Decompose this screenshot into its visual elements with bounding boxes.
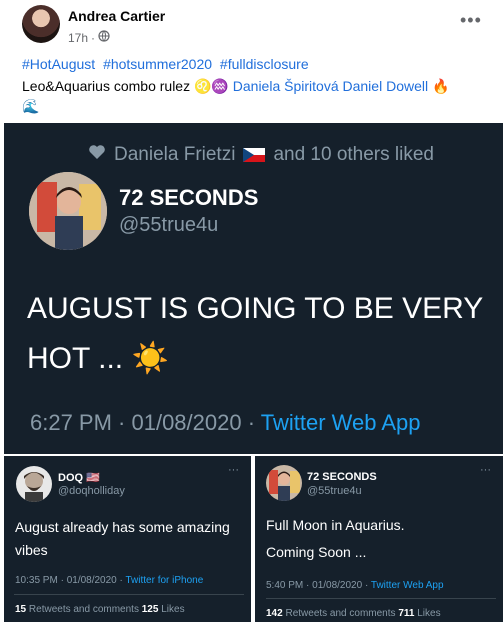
tweet-avatar <box>266 465 302 501</box>
more-options-icon[interactable]: ··· <box>480 464 491 476</box>
retweets-label: Retweets and comments <box>285 608 396 619</box>
tweet-timestamp-line: 6:27 PM · 01/08/2020 · Twitter Web App <box>30 410 421 436</box>
tweet-author-name-text: DOQ <box>58 472 84 484</box>
tweet-author-name: DOQ 🇺🇸 <box>58 471 100 484</box>
liked-by-suffix: and 10 others liked <box>273 144 434 165</box>
retweets-count: 15 <box>15 604 27 615</box>
tweet-timestamp: 10:35 PM · 01/08/2020 · <box>15 575 123 586</box>
tweet-text-line: Coming Soon ... <box>266 544 367 560</box>
likes-label: Likes <box>161 604 185 615</box>
hashtag-link[interactable]: #hotsummer2020 <box>103 56 212 72</box>
more-options-icon[interactable]: ··· <box>228 464 239 476</box>
fire-emoji: 🔥 <box>431 78 450 94</box>
tweet-text: Full Moon in Aquarius. Coming Soon ... <box>266 514 491 564</box>
post-caption: Leo&Aquarius combo rulez ♌♒ Daniela Špir… <box>22 76 492 116</box>
tweet-stats: 142 Retweets and comments 711 Likes <box>266 608 441 619</box>
likes-label: Likes <box>417 608 441 619</box>
hashtag-link[interactable]: #HotAugust <box>22 56 95 72</box>
tweet-text-body: AUGUST IS GOING TO BE VERY HOT ... <box>27 292 483 375</box>
zodiac-emoji: ♌♒ <box>194 78 229 94</box>
post-time[interactable]: 17h <box>68 31 88 45</box>
author-avatar[interactable] <box>22 5 60 43</box>
mention-link[interactable]: Daniela Špiritová <box>233 78 339 94</box>
retweets-count: 142 <box>266 608 283 619</box>
tweet-author-handle: @55true4u <box>119 214 219 236</box>
post-meta: 17h · <box>68 30 110 45</box>
heart-icon <box>88 144 106 166</box>
tweet-source-link[interactable]: Twitter Web App <box>261 410 421 435</box>
divider <box>266 598 496 599</box>
tweet-text: August already has some amazing vibes <box>15 519 230 558</box>
tweet-avatar <box>16 466 52 502</box>
tweet-avatar <box>29 172 107 250</box>
tweet-author-handle: @55true4u <box>307 485 362 497</box>
globe-icon <box>98 30 110 45</box>
tweet-timestamp: 5:40 PM · 01/08/2020 · <box>266 580 369 591</box>
caption-text: Leo&Aquarius combo rulez <box>22 78 191 94</box>
mention-link[interactable]: Daniel Dowell <box>343 78 429 94</box>
tweet-source-link[interactable]: Twitter Web App <box>371 580 444 591</box>
divider <box>14 594 244 595</box>
hashtag-link[interactable]: #fulldisclosure <box>220 56 309 72</box>
tweet-source-link[interactable]: Twitter for iPhone <box>125 575 203 586</box>
tweet-timestamp-line: 10:35 PM · 01/08/2020 · Twitter for iPho… <box>15 575 203 586</box>
liked-by-name: Daniela Frietzi <box>114 144 236 165</box>
tweet-text-line: Full Moon in Aquarius. <box>266 517 405 533</box>
tweet-timestamp: 6:27 PM · 01/08/2020 · <box>30 410 256 435</box>
tweet-text: AUGUST IS GOING TO BE VERY HOT ... ☀️ <box>27 284 487 384</box>
us-flag-emoji: 🇺🇸 <box>86 472 100 484</box>
author-name[interactable]: Andrea Cartier <box>68 8 165 24</box>
meta-separator: · <box>91 30 96 45</box>
likes-count: 711 <box>398 608 415 619</box>
tweet-author-name: 72 SECONDS <box>119 185 259 210</box>
czech-flag-icon <box>243 148 266 162</box>
liked-by-line: Daniela Frietzi and 10 others liked <box>88 144 434 166</box>
retweets-label: Retweets and comments <box>28 604 139 615</box>
tweet-timestamp-line: 5:40 PM · 01/08/2020 · Twitter Web App <box>266 580 444 591</box>
wave-emoji: 🌊 <box>22 98 40 114</box>
likes-count: 125 <box>141 604 159 615</box>
tweet-author-name: 72 SECONDS <box>307 471 377 483</box>
tweet-stats: 15 Retweets and comments 125 Likes <box>15 604 185 615</box>
more-options-icon[interactable]: ••• <box>460 10 482 31</box>
hashtags: #HotAugust #hotsummer2020 #fulldisclosur… <box>22 56 313 72</box>
sun-emoji: ☀️ <box>131 342 169 375</box>
tweet-author-handle: @doqholliday <box>58 485 125 497</box>
